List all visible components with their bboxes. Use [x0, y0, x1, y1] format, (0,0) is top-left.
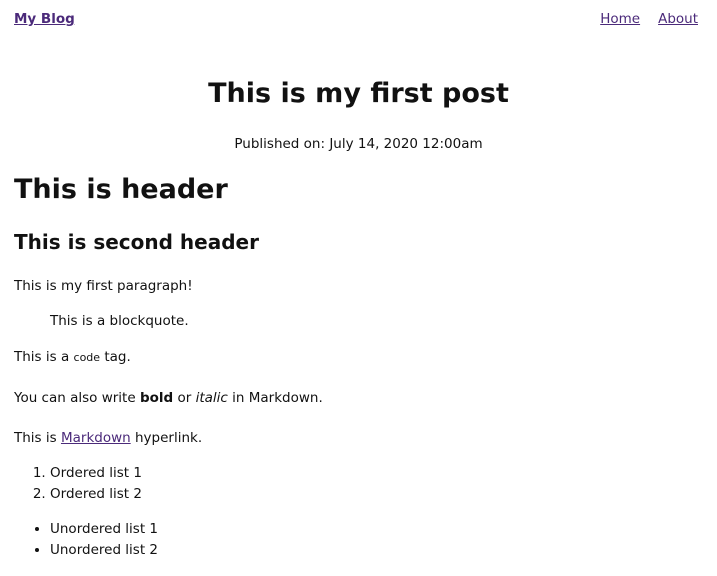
format-text-before: You can also write — [14, 390, 140, 406]
inline-code: code — [73, 351, 101, 364]
post-article: This is my first post Published on: July… — [14, 72, 703, 561]
format-text-after: in Markdown. — [227, 390, 323, 406]
link-text-before: This is — [14, 430, 61, 446]
ordered-list-item: Ordered list 1 — [50, 463, 703, 484]
unordered-list-item: Unordered list 1 — [50, 519, 703, 540]
main-nav: Home About — [600, 11, 698, 27]
post-title: This is my first post — [208, 78, 509, 109]
formatting-paragraph: You can also write bold or italic in Mar… — [14, 388, 703, 408]
ordered-list-item: Ordered list 2 — [50, 484, 703, 505]
blockquote: This is a blockquote. — [50, 313, 189, 329]
format-text-middle: or — [173, 390, 196, 406]
link-text-after: hyperlink. — [130, 430, 203, 446]
bold-text: bold — [139, 390, 174, 406]
post-published-date: Published on: July 14, 2020 12:00am — [234, 136, 483, 152]
italic-text: italic — [195, 390, 228, 406]
site-header: My Blog Home About — [14, 9, 698, 29]
content-header: This is header — [14, 174, 228, 205]
markdown-link[interactable]: Markdown — [61, 430, 131, 446]
nav-about-link[interactable]: About — [658, 11, 698, 27]
ordered-list: Ordered list 1 Ordered list 2 — [14, 463, 703, 505]
first-paragraph: This is my first paragraph! — [14, 278, 193, 294]
code-paragraph: This is a code tag. — [14, 347, 703, 368]
nav-home-link[interactable]: Home — [600, 11, 640, 27]
link-paragraph: This is Markdown hyperlink. — [14, 428, 703, 448]
brand-link[interactable]: My Blog — [14, 11, 75, 27]
unordered-list-item: Unordered list 2 — [50, 540, 703, 561]
code-text-after: tag. — [100, 349, 131, 365]
content-second-header: This is second header — [14, 230, 259, 254]
unordered-list: Unordered list 1 Unordered list 2 — [14, 519, 703, 561]
code-text-before: This is a — [14, 349, 74, 365]
